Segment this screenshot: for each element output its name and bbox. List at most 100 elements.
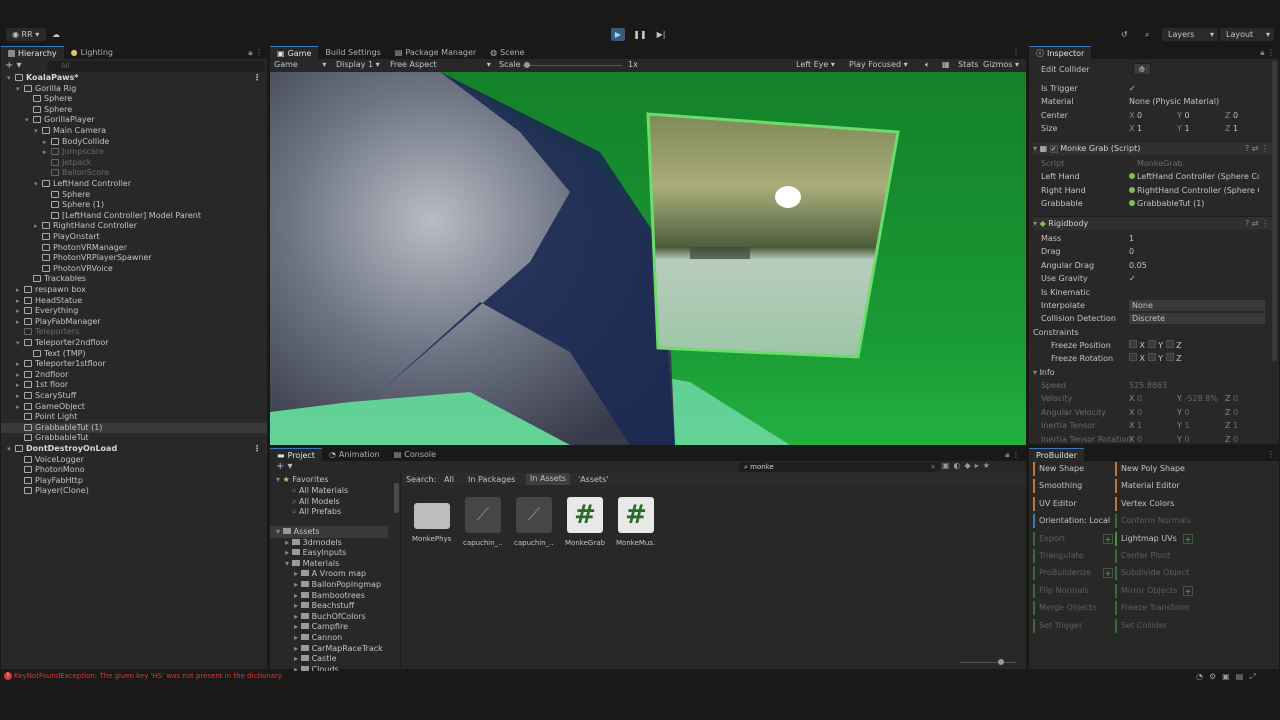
filter-assets-folder[interactable]: 'Assets' [578, 475, 608, 484]
info-y-field[interactable]: Y -528.8% [1177, 392, 1221, 405]
hierarchy-item[interactable]: Trackables [1, 274, 267, 285]
aspect-dropdown[interactable]: Free Aspect ▾ [390, 60, 491, 69]
probuilder-right-button[interactable]: Center Pivot [1115, 549, 1191, 563]
hierarchy-item[interactable]: ▾ Teleporter2ndfloor [1, 338, 267, 349]
hierarchy-item[interactable]: ▸ HeadStatue [1, 296, 267, 307]
probuilder-left-button[interactable]: Triangulate [1033, 549, 1111, 563]
asset-tile[interactable]: ⟋ capuchin_... [463, 497, 503, 547]
freeze-rot-y[interactable] [1147, 353, 1156, 361]
inspector-scrollbar[interactable] [1272, 61, 1277, 361]
probuilder-right-button[interactable]: Freeze Transform [1115, 601, 1191, 616]
info-x-field[interactable]: X 0 [1129, 406, 1173, 419]
edit-collider-button[interactable]: ⟰ [1133, 63, 1151, 75]
expand-arrow-icon[interactable]: ▸ [34, 221, 42, 232]
field-value[interactable]: ✓ [1129, 82, 1136, 95]
monke-grab-header[interactable]: ▾ ▦ ✓ Monke Grab (Script) ? ⇄ ⋮ [1033, 141, 1273, 155]
hierarchy-item[interactable]: ▸ Everything [1, 306, 267, 317]
hierarchy-item[interactable]: ▸ PlayFabManager [1, 317, 267, 328]
filter-in-packages[interactable]: In Packages [468, 475, 515, 484]
options-plus-icon[interactable]: + [1103, 568, 1113, 579]
options-plus-icon[interactable]: + [1183, 585, 1193, 596]
hierarchy-item[interactable]: ▸ respawn box [1, 285, 267, 296]
freeze-pos-y[interactable] [1147, 340, 1156, 348]
rigidbody-header[interactable]: ▾ ◆ Rigidbody ? ⇄ ⋮ [1033, 216, 1273, 230]
hierarchy-item[interactable]: Sphere [1, 94, 267, 105]
scale-slider[interactable] [522, 62, 622, 68]
hierarchy-item[interactable]: PlayOnstart [1, 232, 267, 243]
expand-arrow-icon[interactable]: ▸ [16, 391, 24, 402]
tab-inspector[interactable]: ⓘ Inspector [1029, 46, 1092, 59]
hierarchy-search-input[interactable]: All [47, 61, 265, 72]
filter-in-assets[interactable]: In Assets [526, 473, 571, 485]
collider-x-field[interactable]: X 1 [1129, 122, 1173, 135]
object-field[interactable]: LeftHand Controller (Sphere Co [1129, 170, 1259, 183]
field-value[interactable]: 0 [1129, 245, 1134, 258]
expand-arrow-icon[interactable]: ▾ [16, 84, 24, 95]
filter-all[interactable]: All [444, 475, 454, 484]
favorite-item[interactable]: ⌕ All Prefabs [292, 506, 341, 518]
freeze-pos-x[interactable] [1129, 340, 1137, 348]
expand-arrow-icon[interactable]: ▾ [7, 73, 15, 84]
monke-grab-enabled-checkbox[interactable]: ✓ [1049, 145, 1058, 153]
hierarchy-item[interactable]: GrabbableTut [1, 433, 267, 444]
probuilder-right-button[interactable]: Lightmap UVs + [1115, 531, 1193, 546]
options-plus-icon[interactable]: + [1183, 533, 1193, 544]
info-z-field[interactable]: Z 0 [1225, 406, 1269, 419]
expand-arrow-icon[interactable]: ▸ [16, 370, 24, 381]
hierarchy-item[interactable]: PhotonVRVoice [1, 264, 267, 275]
probuilder-left-button[interactable]: Export + [1033, 531, 1113, 546]
scene-menu-icon[interactable]: ⋮ [253, 444, 261, 455]
expand-arrow-icon[interactable]: ▾ [34, 179, 42, 190]
tab-package-manager[interactable]: ▤ Package Manager [388, 46, 483, 59]
account-dropdown[interactable]: ◉ RR ▾ [6, 28, 46, 41]
rigidbody-menu-icon[interactable]: ? ⇄ ⋮ [1245, 217, 1269, 231]
scale-slider-handle[interactable] [524, 62, 530, 68]
hierarchy-item[interactable]: Sphere [1, 190, 267, 201]
inspector-lock-icon[interactable]: 🔒︎ ⋮ [1260, 46, 1279, 59]
probuilder-left-button[interactable]: New Shape [1033, 462, 1111, 476]
info-foldout[interactable]: ▾ Info [1033, 366, 1273, 379]
create-button[interactable]: + ▾ [276, 461, 293, 472]
hierarchy-item[interactable]: Point Light [1, 412, 267, 423]
collider-z-field[interactable]: Z 1 [1225, 122, 1269, 135]
eye-dropdown[interactable]: Left Eye ▾ [796, 60, 835, 69]
probuilder-right-button[interactable]: Mirror Objects + [1115, 583, 1193, 598]
object-field[interactable]: RightHand Controller (Sphere C [1129, 184, 1259, 197]
hierarchy-item[interactable]: ▾ LeftHand Controller [1, 179, 267, 190]
expand-arrow-icon[interactable]: ▸ [43, 147, 51, 158]
object-field[interactable]: GrabbableTut (1) [1129, 197, 1259, 210]
layers-dropdown[interactable]: Layers ▾ [1162, 28, 1218, 41]
field-value[interactable]: 0.05 [1129, 259, 1147, 272]
info-x-field[interactable]: X 0 [1129, 392, 1173, 405]
collider-z-field[interactable]: Z 0 [1225, 109, 1269, 122]
expand-arrow-icon[interactable]: ▸ [43, 137, 51, 148]
tab-animation[interactable]: ◔ Animation [322, 448, 387, 461]
hierarchy-item[interactable]: PlayFabHttp [1, 476, 267, 487]
probuilder-right-button[interactable]: Vertex Colors [1115, 496, 1191, 511]
collider-y-field[interactable]: Y 1 [1177, 122, 1221, 135]
tab-console[interactable]: ▤ Console [387, 448, 443, 461]
icon-size-slider-handle[interactable] [998, 659, 1004, 665]
freeze-rot-x[interactable] [1129, 353, 1137, 361]
tab-scene[interactable]: ◍ Scene [483, 46, 531, 59]
hierarchy-item[interactable]: BallonScore [1, 168, 267, 179]
probuilder-left-button[interactable]: Smoothing [1033, 479, 1111, 494]
asset-tile[interactable]: # MonkeMus... [616, 497, 656, 547]
expand-arrow-icon[interactable]: ▸ [16, 317, 24, 328]
hierarchy-item[interactable]: ▸ GameObject [1, 402, 267, 413]
project-search-input[interactable]: ⌕ monke × [738, 462, 940, 472]
hierarchy-item[interactable]: ▸ RightHand Controller [1, 221, 267, 232]
object-field[interactable]: MonkeGrab [1129, 157, 1259, 170]
search-icon[interactable]: ⌕ [1145, 28, 1149, 41]
step-button[interactable]: ▶| [654, 28, 668, 41]
cloud-icon[interactable]: ☁ [52, 28, 60, 41]
history-icon[interactable]: ↺ [1121, 28, 1128, 41]
probuilder-right-button[interactable]: Set Collider [1115, 618, 1191, 633]
probuilder-menu-icon[interactable]: ⋮ [1267, 448, 1279, 461]
hierarchy-item[interactable]: ▾ DontDestroyOnLoad ⋮ [1, 444, 267, 455]
tab-lighting[interactable]: ● Lighting [64, 46, 120, 59]
asset-tile[interactable]: MonkePhys... [412, 497, 452, 543]
expand-arrow-icon[interactable]: ▸ [16, 296, 24, 307]
field-value[interactable]: None [1129, 300, 1265, 311]
stats-toggle-icon[interactable]: ▦ [942, 60, 950, 69]
